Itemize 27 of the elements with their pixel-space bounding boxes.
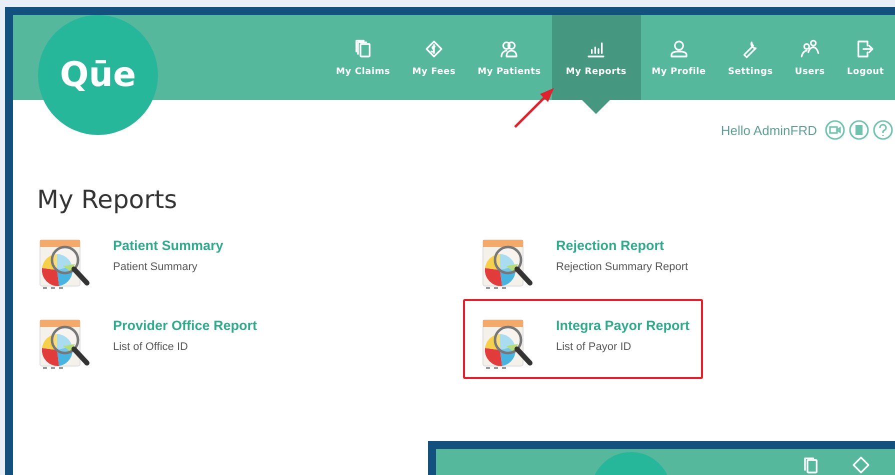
video-icon[interactable] xyxy=(825,120,845,140)
banknote-icon[interactable] xyxy=(851,455,871,475)
nav-tab[interactable]: My Claims xyxy=(324,15,402,100)
nav-tab[interactable]: My Profile xyxy=(640,15,717,100)
page-title: My Reports xyxy=(37,185,178,214)
nav-tab[interactable]: Logout xyxy=(836,15,895,100)
banknote-icon xyxy=(424,38,444,58)
report-description: Rejection Summary Report xyxy=(556,261,688,273)
documents-icon xyxy=(353,38,374,58)
nav-tab[interactable]: My Fees xyxy=(401,15,467,100)
users-icon xyxy=(800,38,820,58)
report-description: Patient Summary xyxy=(113,261,198,273)
report-link[interactable]: Integra Payor Report xyxy=(556,318,690,333)
people-icon xyxy=(499,38,520,58)
nav-tab[interactable]: Users xyxy=(784,15,836,100)
nav-tab[interactable]: Settings xyxy=(716,15,784,100)
report-link[interactable]: Patient Summary xyxy=(113,238,224,253)
report-link[interactable]: Provider Office Report xyxy=(112,318,257,333)
logout-icon xyxy=(855,38,876,58)
greeting: Hello AdminFRD xyxy=(720,122,817,138)
help-icon[interactable] xyxy=(873,120,893,140)
calculator-icon[interactable] xyxy=(849,120,869,140)
report-description: List of Office ID xyxy=(112,341,189,353)
report-description: List of Payor ID xyxy=(556,341,632,353)
person-icon xyxy=(668,38,689,58)
nav-tab[interactable]: My Patients xyxy=(466,15,552,100)
report-link[interactable]: Rejection Report xyxy=(556,238,688,253)
